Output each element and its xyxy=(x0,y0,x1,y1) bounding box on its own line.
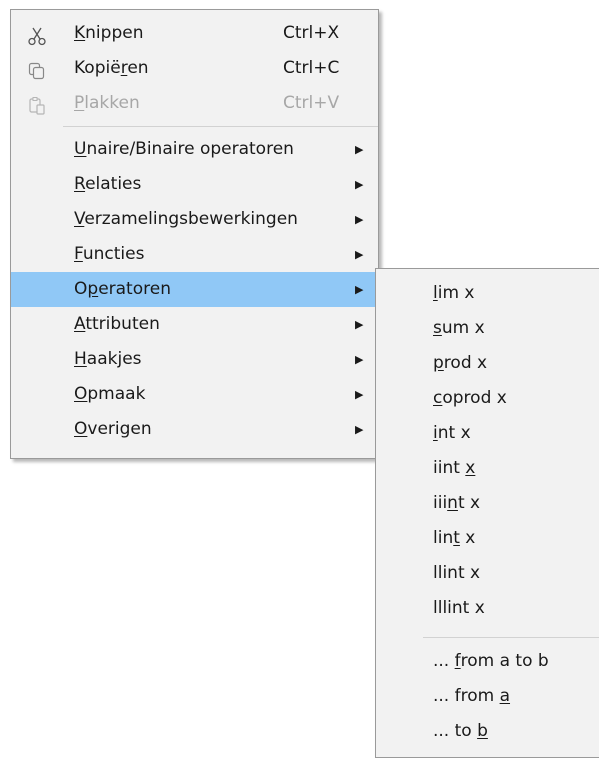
menu-item-attributes[interactable]: Attributen ▶ xyxy=(11,307,378,342)
menu-separator xyxy=(63,126,378,127)
cut-menu-item[interactable]: Knippen Ctrl+X xyxy=(11,16,378,51)
menu-item-label: Operatoren xyxy=(74,279,171,299)
paste-menu-item: Plakken Ctrl+V xyxy=(11,86,378,121)
cut-shortcut: Ctrl+X xyxy=(283,23,340,43)
submenu-item-sum[interactable]: sum x xyxy=(376,311,599,346)
submenu-item-lllint[interactable]: lllint x xyxy=(376,591,599,626)
menu-item-label: Relaties xyxy=(74,174,142,194)
menu-item-formats[interactable]: Opmaak ▶ xyxy=(11,377,378,412)
menu-item-label: Attributen xyxy=(74,314,160,334)
submenu-item-label: int x xyxy=(433,423,471,443)
menu-item-label: Unaire/Binaire operatoren xyxy=(74,139,294,159)
submenu-item-iint[interactable]: iint x xyxy=(376,451,599,486)
menu-item-others[interactable]: Overigen ▶ xyxy=(11,412,378,447)
submenu-item-label: ... to b xyxy=(433,721,488,741)
submenu-item-from-a-to-b[interactable]: ... from a to b xyxy=(376,644,599,679)
submenu-item-label: lllint x xyxy=(433,598,485,618)
operators-submenu: lim x sum x prod x coprod x int x iint x… xyxy=(375,268,599,758)
submenu-item-to-b[interactable]: ... to b xyxy=(376,714,599,749)
submenu-item-label: sum x xyxy=(433,318,485,338)
submenu-arrow-icon: ▶ xyxy=(355,178,364,191)
submenu-item-int[interactable]: int x xyxy=(376,416,599,451)
cut-label: Knippen xyxy=(74,23,144,43)
submenu-item-lim[interactable]: lim x xyxy=(376,276,599,311)
submenu-arrow-icon: ▶ xyxy=(355,213,364,226)
submenu-item-from-a[interactable]: ... from a xyxy=(376,679,599,714)
context-menu: Knippen Ctrl+X Kopiëren Ctrl+C Plakken C… xyxy=(10,9,379,459)
copy-menu-item[interactable]: Kopiëren Ctrl+C xyxy=(11,51,378,86)
submenu-item-llint[interactable]: llint x xyxy=(376,556,599,591)
submenu-item-label: ... from a to b xyxy=(433,651,549,671)
submenu-arrow-icon: ▶ xyxy=(355,248,364,261)
submenu-item-label: lim x xyxy=(433,283,475,303)
submenu-arrow-icon: ▶ xyxy=(355,353,364,366)
menu-item-label: Opmaak xyxy=(74,384,146,404)
submenu-item-label: lint x xyxy=(433,528,476,548)
paste-label: Plakken xyxy=(74,93,140,113)
copy-label: Kopiëren xyxy=(74,58,149,78)
submenu-arrow-icon: ▶ xyxy=(355,283,364,296)
menu-item-label: Overigen xyxy=(74,419,152,439)
menu-item-label: Haakjes xyxy=(74,349,142,369)
submenu-item-label: iint x xyxy=(433,458,476,478)
submenu-item-lint[interactable]: lint x xyxy=(376,521,599,556)
menu-item-operators[interactable]: Operatoren ▶ xyxy=(11,272,378,307)
menu-item-label: Functies xyxy=(74,244,145,264)
menu-item-relations[interactable]: Relaties ▶ xyxy=(11,167,378,202)
menu-item-functions[interactable]: Functies ▶ xyxy=(11,237,378,272)
submenu-item-label: coprod x xyxy=(433,388,507,408)
submenu-item-label: ... from a xyxy=(433,686,511,706)
submenu-arrow-icon: ▶ xyxy=(355,143,364,156)
menu-item-set-operations[interactable]: Verzamelingsbewerkingen ▶ xyxy=(11,202,378,237)
submenu-separator xyxy=(423,637,599,638)
menu-item-brackets[interactable]: Haakjes ▶ xyxy=(11,342,378,377)
copy-shortcut: Ctrl+C xyxy=(283,58,340,78)
submenu-item-label: prod x xyxy=(433,353,488,373)
submenu-arrow-icon: ▶ xyxy=(355,318,364,331)
submenu-item-coprod[interactable]: coprod x xyxy=(376,381,599,416)
paste-icon xyxy=(27,94,47,115)
submenu-arrow-icon: ▶ xyxy=(355,388,364,401)
paste-shortcut: Ctrl+V xyxy=(283,93,340,113)
submenu-arrow-icon: ▶ xyxy=(355,423,364,436)
copy-icon xyxy=(27,59,47,80)
submenu-item-prod[interactable]: prod x xyxy=(376,346,599,381)
scissors-icon xyxy=(27,24,47,46)
menu-item-unary-binary-operators[interactable]: Unaire/Binaire operatoren ▶ xyxy=(11,132,378,167)
submenu-item-label: llint x xyxy=(433,563,481,583)
submenu-item-iiint[interactable]: iiint x xyxy=(376,486,599,521)
menu-item-label: Verzamelingsbewerkingen xyxy=(74,209,298,229)
submenu-item-label: iiint x xyxy=(433,493,481,513)
